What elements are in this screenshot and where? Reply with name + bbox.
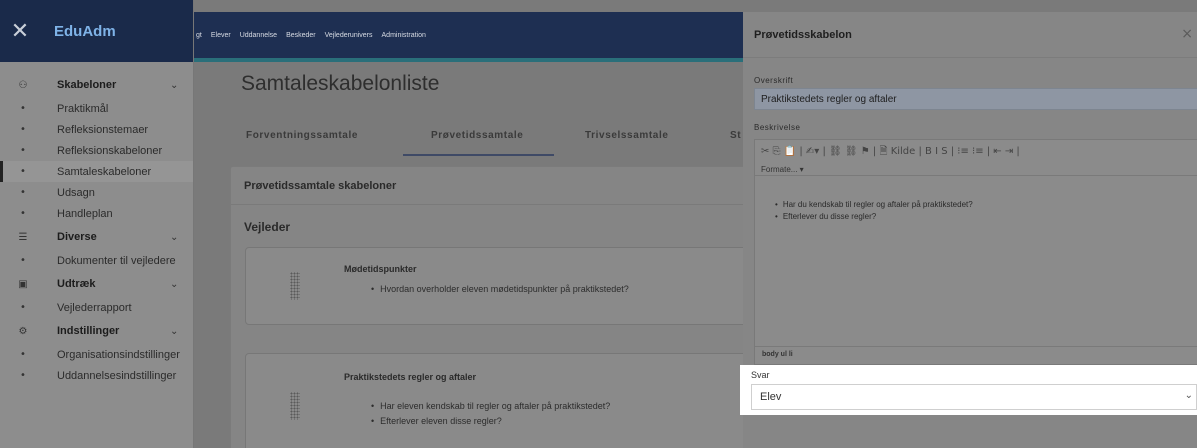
tab-truncated[interactable]: St bbox=[730, 130, 741, 141]
editor-list-item: Efterlever du disse regler? bbox=[775, 212, 1197, 221]
nav-link[interactable]: Beskeder bbox=[286, 32, 316, 39]
sidebar-label: Praktikmål bbox=[57, 102, 109, 115]
settings-icon: ⚙ bbox=[18, 325, 28, 337]
sidebar-item[interactable]: • Praktikmål bbox=[0, 98, 193, 119]
panel-title: Prøvetidsskabelon bbox=[743, 12, 1197, 58]
svar-label: Svar bbox=[751, 370, 770, 380]
sidebar-label: Handleplan bbox=[57, 207, 113, 220]
editor-path: body ul li bbox=[755, 346, 1197, 364]
bullet-icon: • bbox=[20, 349, 26, 360]
sidebar-item[interactable]: • Vejlederrapport bbox=[0, 297, 193, 318]
top-navigation-accent bbox=[194, 58, 754, 62]
sidebar-label: Refleksionskabeloner bbox=[57, 144, 163, 157]
sidebar-item[interactable]: • Dokumenter til vejledere bbox=[0, 250, 193, 271]
sidebar-item[interactable]: • Organisationsindstillinger bbox=[0, 344, 193, 365]
question-card[interactable]: Praktikstedets regler og aftaler Har ele… bbox=[245, 353, 755, 448]
svar-select[interactable]: Elev bbox=[751, 384, 1197, 410]
drag-handle-icon[interactable] bbox=[290, 272, 300, 300]
active-tab-indicator bbox=[403, 154, 554, 156]
bullet-icon: • bbox=[20, 103, 26, 114]
editor-toolbar[interactable]: ✂ ⎘ 📋 | ✍▾ | ⛓ ⛓ ⚑ | 🗎 Kilde | B I S | ⁝… bbox=[755, 140, 1197, 176]
bullet-icon: • bbox=[20, 302, 26, 313]
overskrift-label: Overskrift bbox=[754, 76, 794, 85]
bullet-icon: • bbox=[20, 187, 26, 198]
export-icon: ▣ bbox=[18, 278, 28, 290]
tab-forventningssamtale[interactable]: Forventningssamtale bbox=[246, 130, 358, 141]
sidebar-group[interactable]: ⚇ Skabeloner ⌄ bbox=[0, 72, 193, 98]
sidebar: ✕ EduAdm ⚇ Skabeloner ⌄ • Praktikmål • Refleks… bbox=[0, 0, 194, 448]
sidebar-item[interactable]: • Udsagn bbox=[0, 182, 193, 203]
sidebar-item[interactable]: • Handleplan bbox=[0, 203, 193, 224]
bullet-icon: • bbox=[20, 145, 26, 156]
svar-section: Svar Elev ⌄ bbox=[740, 365, 1197, 415]
sidebar-group[interactable]: ☰ Diverse ⌄ bbox=[0, 224, 193, 250]
nav-link[interactable]: Administration bbox=[382, 32, 426, 39]
sidebar-item[interactable]: • Uddannelsesindstillinger bbox=[0, 365, 193, 386]
overskrift-field[interactable]: Praktikstedets regler og aftaler bbox=[754, 88, 1197, 110]
format-dropdown[interactable]: Formate... ▾ bbox=[761, 165, 1193, 174]
bullet-icon: • bbox=[20, 124, 26, 135]
nav-link[interactable]: Uddannelse bbox=[240, 32, 277, 39]
editor-body[interactable]: Har du kendskab til regler og aftaler på… bbox=[755, 178, 1197, 346]
question-item: Hvordan overholder eleven mødetidspunkte… bbox=[371, 284, 629, 294]
sidebar-label: Skabeloner bbox=[57, 79, 117, 91]
tab-proevetidssamtale[interactable]: Prøvetidssamtale bbox=[431, 130, 523, 141]
editor-list-item: Har du kendskab til regler og aftaler på… bbox=[775, 200, 1197, 209]
chevron-down-icon[interactable]: ⌄ bbox=[170, 80, 178, 91]
sidebar-group[interactable]: ▣ Udtræk ⌄ bbox=[0, 271, 193, 297]
drag-handle-icon[interactable] bbox=[290, 392, 300, 420]
bullet-icon: • bbox=[20, 255, 26, 266]
rich-text-editor[interactable]: ✂ ⎘ 📋 | ✍▾ | ⛓ ⛓ ⚑ | 🗎 Kilde | B I S | ⁝… bbox=[754, 139, 1197, 365]
nav-link[interactable]: Elever bbox=[211, 32, 231, 39]
sidebar-label: Organisationsindstillinger bbox=[57, 348, 180, 361]
sidebar-label: Uddannelsesindstillinger bbox=[57, 369, 177, 382]
brand-logo: EduAdm bbox=[54, 22, 116, 40]
question-card[interactable]: Mødetidspunkter Hvordan overholder eleve… bbox=[245, 247, 755, 325]
question-item: Efterlever eleven disse regler? bbox=[371, 416, 502, 426]
page-title: Samtaleskabelonliste bbox=[241, 72, 440, 95]
chevron-down-icon[interactable]: ⌄ bbox=[170, 232, 178, 243]
question-item: Har eleven kendskab til regler og aftale… bbox=[371, 401, 610, 411]
card-title: Prøvetidssamtale skabeloner bbox=[231, 167, 749, 205]
sidebar-item[interactable]: • Refleksionstemaer bbox=[0, 119, 193, 140]
toolbar-buttons[interactable]: ✂ ⎘ 📋 | ✍▾ | ⛓ ⛓ ⚑ | 🗎 Kilde | B I S | ⁝… bbox=[761, 144, 1193, 161]
template-card: Prøvetidssamtale skabeloner Vejleder Mød… bbox=[230, 166, 755, 448]
chevron-down-icon[interactable]: ⌄ bbox=[170, 279, 178, 290]
bullet-icon: • bbox=[20, 370, 26, 381]
list-icon: ☰ bbox=[18, 231, 28, 243]
nav-link[interactable]: gt bbox=[196, 32, 202, 39]
sidebar-item[interactable]: • Refleksionskabeloner bbox=[0, 140, 193, 161]
chevron-down-icon[interactable]: ⌄ bbox=[1185, 390, 1193, 401]
bullet-icon: • bbox=[20, 166, 26, 177]
sidebar-label: Samtaleskabeloner bbox=[57, 165, 152, 178]
sidebar-item[interactable]: • Samtaleskabeloner bbox=[0, 161, 193, 182]
sidebar-label: Dokumenter til vejledere bbox=[57, 254, 176, 267]
top-navigation: gt Elever Uddannelse Beskeder Vejlederuniver… bbox=[194, 12, 754, 58]
sidebar-label: Refleksionstemaer bbox=[57, 123, 149, 136]
sidebar-header: ✕ EduAdm bbox=[0, 0, 193, 62]
people-icon: ⚇ bbox=[18, 79, 28, 91]
close-icon[interactable]: × bbox=[1181, 26, 1193, 42]
sidebar-list: ⚇ Skabeloner ⌄ • Praktikmål • Refleksionstemae… bbox=[0, 62, 193, 386]
bullet-icon: • bbox=[20, 208, 26, 219]
nav-link[interactable]: Vejlederunivers bbox=[325, 32, 373, 39]
sidebar-label: Udtræk bbox=[57, 278, 96, 290]
sidebar-label: Diverse bbox=[57, 231, 97, 243]
close-icon[interactable]: ✕ bbox=[0, 19, 40, 44]
question-title: Praktikstedets regler og aftaler bbox=[344, 372, 477, 382]
question-title: Mødetidspunkter bbox=[344, 264, 417, 274]
tab-bar: Forventningssamtale Prøvetidssamtale Tri… bbox=[230, 118, 750, 158]
sidebar-group[interactable]: ⚙ Indstillinger ⌄ bbox=[0, 318, 193, 344]
section-heading: Vejleder bbox=[244, 220, 291, 234]
app-root: ✕ EduAdm ⚇ Skabeloner ⌄ • Praktikmål • Refleks… bbox=[0, 0, 1197, 448]
sidebar-label: Udsagn bbox=[57, 186, 95, 199]
sidebar-label: Vejlederrapport bbox=[57, 301, 132, 314]
chevron-down-icon[interactable]: ⌄ bbox=[170, 326, 178, 337]
sidebar-label: Indstillinger bbox=[57, 325, 120, 337]
beskrivelse-label: Beskrivelse bbox=[754, 123, 801, 132]
tab-trivselssamtale[interactable]: Trivselssamtale bbox=[585, 130, 669, 141]
